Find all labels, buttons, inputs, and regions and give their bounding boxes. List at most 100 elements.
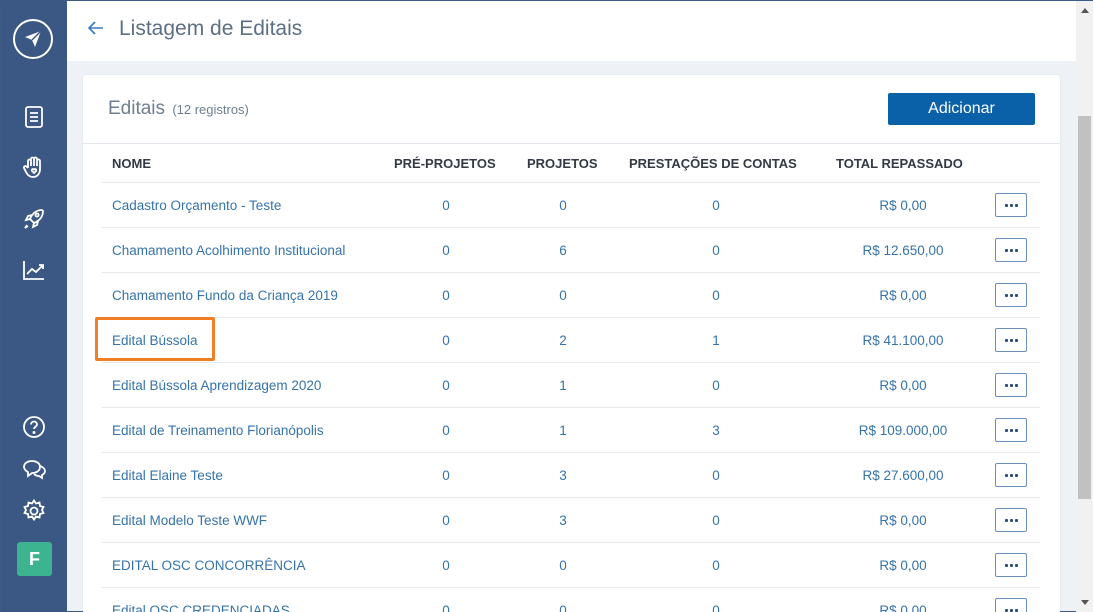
hand-heart-icon[interactable] — [21, 154, 47, 180]
table-row: Edital Elaine Teste 0 3 0 R$ 27.600,00 — [102, 452, 1040, 497]
total-value: R$ 0,00 — [879, 558, 927, 573]
app-logo-icon[interactable] — [13, 19, 53, 59]
editais-card: Editais (12 registros) Adicionar NOME PR… — [83, 75, 1060, 612]
rocket-icon[interactable] — [21, 206, 47, 232]
edital-name-link[interactable]: Edital OSC CREDENCIADAS — [112, 588, 290, 612]
projetos-value: 2 — [559, 333, 567, 348]
row-actions-button[interactable] — [995, 373, 1027, 397]
edital-name-link[interactable]: Chamamento Fundo da Criança 2019 — [112, 273, 338, 318]
prestacoes-value: 0 — [712, 558, 720, 573]
table-row: Chamamento Fundo da Criança 2019 0 0 0 R… — [102, 272, 1040, 317]
add-button[interactable]: Adicionar — [888, 93, 1035, 125]
edital-name-link[interactable]: Edital Bússola — [112, 318, 198, 363]
pre-projetos-value: 0 — [442, 603, 450, 612]
edital-name-link[interactable]: Edital Bússola Aprendizagem 2020 — [112, 363, 321, 408]
projetos-value: 3 — [559, 513, 567, 528]
projetos-value: 0 — [559, 603, 567, 612]
ellipsis-icon — [1009, 293, 1013, 297]
ellipsis-icon — [1004, 518, 1008, 522]
ellipsis-icon — [1009, 473, 1013, 477]
col-header-projetos: PROJETOS — [527, 156, 598, 171]
ellipsis-icon — [1004, 608, 1008, 612]
total-value: R$ 27.600,00 — [862, 468, 944, 483]
scrollbar[interactable] — [1076, 1, 1093, 612]
row-actions-button[interactable] — [995, 283, 1027, 307]
pre-projetos-value: 0 — [442, 288, 450, 303]
projetos-value: 0 — [559, 558, 567, 573]
gear-icon[interactable] — [21, 498, 47, 524]
prestacoes-value: 0 — [712, 243, 720, 258]
ellipsis-icon — [1009, 338, 1013, 342]
ellipsis-icon — [1004, 563, 1008, 567]
ellipsis-icon — [1009, 383, 1013, 387]
chat-icon[interactable] — [21, 456, 47, 482]
back-arrow-icon[interactable] — [87, 18, 105, 38]
pre-projetos-value: 0 — [442, 513, 450, 528]
ellipsis-icon — [1014, 608, 1018, 612]
ellipsis-icon — [1009, 608, 1013, 612]
edital-name-link[interactable]: Edital Modelo Teste WWF — [112, 498, 267, 543]
prestacoes-value: 1 — [712, 333, 720, 348]
scroll-down-icon[interactable] — [1081, 600, 1089, 605]
prestacoes-value: 0 — [712, 378, 720, 393]
total-value: R$ 0,00 — [879, 288, 927, 303]
total-value: R$ 0,00 — [879, 198, 927, 213]
prestacoes-value: 0 — [712, 198, 720, 213]
avatar[interactable]: F — [17, 542, 52, 576]
ellipsis-icon — [1009, 518, 1013, 522]
ellipsis-icon — [1014, 518, 1018, 522]
table-row: Edital Modelo Teste WWF 0 3 0 R$ 0,00 — [102, 497, 1040, 542]
ellipsis-icon — [1004, 248, 1008, 252]
projetos-value: 6 — [559, 243, 567, 258]
total-value: R$ 41.100,00 — [862, 333, 944, 348]
scroll-up-icon[interactable] — [1081, 8, 1089, 13]
total-value: R$ 12.650,00 — [862, 243, 944, 258]
row-actions-button[interactable] — [995, 553, 1027, 577]
edital-name-link[interactable]: Edital de Treinamento Florianópolis — [112, 408, 324, 453]
prestacoes-value: 0 — [712, 603, 720, 612]
table-row: Edital Bússola Aprendizagem 2020 0 1 0 R… — [102, 362, 1040, 407]
prestacoes-value: 3 — [712, 423, 720, 438]
row-actions-button[interactable] — [995, 418, 1027, 442]
table-row: Chamamento Acolhimento Institucional 0 6… — [102, 227, 1040, 272]
prestacoes-value: 0 — [712, 468, 720, 483]
ellipsis-icon — [1004, 338, 1008, 342]
row-actions-button[interactable] — [995, 598, 1027, 612]
pre-projetos-value: 0 — [442, 198, 450, 213]
prestacoes-value: 0 — [712, 288, 720, 303]
total-value: R$ 0,00 — [879, 603, 927, 612]
row-actions-button[interactable] — [995, 328, 1027, 352]
col-header-prestacoes: PRESTAÇÕES DE CONTAS — [629, 156, 797, 171]
row-actions-button[interactable] — [995, 508, 1027, 532]
total-value: R$ 0,00 — [879, 378, 927, 393]
row-actions-button[interactable] — [995, 193, 1027, 217]
ellipsis-icon — [1014, 473, 1018, 477]
ellipsis-icon — [1014, 428, 1018, 432]
edital-name-link[interactable]: Edital Elaine Teste — [112, 453, 223, 498]
chart-line-icon[interactable] — [21, 257, 47, 283]
col-header-total: TOTAL REPASSADO — [836, 156, 963, 171]
ellipsis-icon — [1014, 248, 1018, 252]
table-row: EDITAL OSC CONCORRÊNCIA 0 0 0 R$ 0,00 — [102, 542, 1040, 587]
ellipsis-icon — [1004, 428, 1008, 432]
edital-name-link[interactable]: Chamamento Acolhimento Institucional — [112, 228, 345, 273]
row-actions-button[interactable] — [995, 238, 1027, 262]
edital-name-link[interactable]: Cadastro Orçamento - Teste — [112, 183, 281, 228]
ellipsis-icon — [1014, 338, 1018, 342]
prestacoes-value: 0 — [712, 513, 720, 528]
table-row: Edital OSC CREDENCIADAS 0 0 0 R$ 0,00 — [102, 587, 1040, 612]
row-actions-button[interactable] — [995, 463, 1027, 487]
scroll-thumb[interactable] — [1078, 116, 1091, 499]
col-header-pre-projetos: PRÉ-PROJETOS — [394, 156, 496, 171]
pre-projetos-value: 0 — [442, 468, 450, 483]
document-icon[interactable] — [21, 104, 47, 130]
edital-name-link[interactable]: EDITAL OSC CONCORRÊNCIA — [112, 543, 306, 588]
ellipsis-icon — [1009, 203, 1013, 207]
ellipsis-icon — [1009, 563, 1013, 567]
ellipsis-icon — [1009, 428, 1013, 432]
ellipsis-icon — [1014, 563, 1018, 567]
card-title-text: Editais — [108, 98, 166, 119]
pre-projetos-value: 0 — [442, 423, 450, 438]
help-icon[interactable] — [21, 414, 47, 440]
projetos-value: 0 — [559, 288, 567, 303]
